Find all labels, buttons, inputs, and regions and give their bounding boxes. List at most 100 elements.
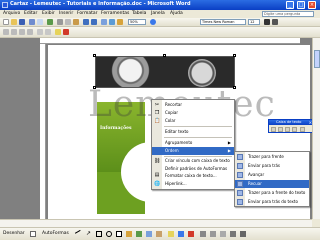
3d-style-icon[interactable]: [240, 231, 246, 237]
select-objects-icon[interactable]: [30, 231, 36, 237]
justify-icon[interactable]: [27, 29, 33, 35]
help-icon[interactable]: [150, 19, 156, 25]
font-color-draw-icon[interactable]: [188, 231, 194, 237]
table-icon[interactable]: [101, 19, 107, 25]
columns-icon[interactable]: [109, 19, 115, 25]
font-name-select[interactable]: Times New Roman: [200, 19, 246, 25]
bold-icon[interactable]: [264, 19, 270, 25]
arrow-tool-icon[interactable]: ↗: [86, 231, 92, 237]
menu-item-label: Colar: [165, 118, 176, 123]
resize-handle-n[interactable]: [163, 54, 166, 57]
align-center-icon[interactable]: [11, 29, 17, 35]
submenu-item-avancar[interactable]: Avançar: [235, 171, 309, 179]
menu-item-editar-texto[interactable]: Editar texto: [152, 128, 234, 136]
align-left-icon[interactable]: [3, 29, 9, 35]
clipart-icon[interactable]: [146, 231, 152, 237]
undo-icon[interactable]: [83, 19, 89, 25]
font-size-select[interactable]: 12: [248, 19, 260, 25]
menu-ferramentas[interactable]: Ferramentas: [101, 11, 129, 16]
copy-icon[interactable]: [65, 19, 71, 25]
bullets-icon[interactable]: [37, 29, 43, 35]
save-icon[interactable]: [19, 19, 25, 25]
menu-item-ordem[interactable]: Ordem ▶: [152, 147, 234, 155]
diagram-icon[interactable]: [136, 231, 142, 237]
spelling-icon[interactable]: [47, 19, 53, 25]
menu-janela[interactable]: Janela: [151, 11, 165, 16]
maximize-button[interactable]: □: [297, 1, 305, 9]
break-link-icon[interactable]: [278, 127, 283, 132]
print-icon[interactable]: [29, 19, 35, 25]
menu-item-copiar[interactable]: ❐ Copiar: [152, 109, 234, 117]
menu-item-colar[interactable]: 📋 Colar: [152, 117, 234, 125]
picture-icon[interactable]: [156, 231, 162, 237]
fill-color-icon[interactable]: [168, 231, 174, 237]
submenu-item-enviar-tras[interactable]: Enviar para trás: [235, 162, 309, 170]
next-textbox-icon[interactable]: [292, 127, 297, 132]
shadow-style-icon[interactable]: [230, 231, 236, 237]
print-preview-icon[interactable]: [37, 19, 43, 25]
zoom-select[interactable]: 50%: [128, 19, 146, 25]
submenu-item-enviar-tras-texto[interactable]: Enviar para trás do texto: [235, 198, 309, 206]
scroll-thumb[interactable]: [314, 50, 320, 68]
menu-tabela[interactable]: Tabela: [132, 11, 146, 16]
submenu-item-trazer-frente[interactable]: Trazer para frente: [235, 153, 309, 161]
menu-item-label: Copiar: [165, 110, 178, 115]
submenu-item-label: Avançar: [248, 172, 265, 177]
align-right-icon[interactable]: [19, 29, 25, 35]
font-color-icon[interactable]: [63, 29, 69, 35]
close-button[interactable]: ×: [308, 1, 316, 9]
menu-exibir[interactable]: Exibir: [42, 11, 55, 16]
textbox-toolbar-title[interactable]: Caixa de texto: [269, 120, 313, 125]
menu-item-agrupamento[interactable]: Agrupamento ▶: [152, 139, 234, 147]
drawing-icon[interactable]: [117, 19, 123, 25]
menu-item-hiperlink[interactable]: 🌐 Hiperlink...: [152, 180, 234, 188]
numbering-icon[interactable]: [45, 29, 51, 35]
arrow-style-icon[interactable]: [220, 231, 226, 237]
draw-menu-button[interactable]: Desenhar: [3, 231, 25, 236]
create-link-icon[interactable]: [271, 127, 276, 132]
paste-icon: 📋: [154, 118, 161, 124]
menu-arquivo[interactable]: Arquivo: [3, 11, 20, 16]
italic-icon[interactable]: [272, 19, 278, 25]
menu-ajuda[interactable]: Ajuda: [170, 11, 183, 16]
line-tool-icon[interactable]: [74, 229, 84, 239]
horizontal-ruler[interactable]: [40, 38, 300, 44]
submenu-item-recuar[interactable]: Recuar: [235, 180, 309, 188]
rectangle-tool-icon[interactable]: [96, 231, 102, 237]
dash-style-icon[interactable]: [210, 231, 216, 237]
wordart-icon[interactable]: [126, 231, 132, 237]
copy-icon: ❐: [154, 110, 160, 116]
word-app-icon[interactable]: [2, 2, 8, 8]
cut-icon[interactable]: [57, 19, 63, 25]
open-folder-icon[interactable]: [11, 19, 17, 25]
vertical-scrollbar[interactable]: [312, 38, 320, 219]
line-style-icon[interactable]: [200, 231, 206, 237]
resize-handle-ne[interactable]: [233, 54, 236, 57]
menu-item-definir-padroes[interactable]: Definir padrões de AutoFormas: [152, 165, 234, 172]
vertical-ruler[interactable]: [40, 44, 46, 219]
menu-item-formatar-caixa[interactable]: ▤ Formatar caixa de texto...: [152, 172, 234, 179]
textbox-toolbar: Caixa de texto ×: [268, 119, 314, 133]
help-question-input[interactable]: Digite uma pergunta: [262, 11, 314, 17]
resize-handle-nw[interactable]: [93, 54, 96, 57]
autoshapes-menu-button[interactable]: AutoFormas: [42, 231, 69, 236]
horizontal-scrollbar[interactable]: [0, 219, 312, 227]
minimize-button[interactable]: _: [286, 1, 294, 9]
submenu-arrow-icon: ▶: [227, 148, 231, 153]
menu-formatar[interactable]: Formatar: [77, 11, 97, 16]
highlight-icon[interactable]: [55, 29, 61, 35]
redo-icon[interactable]: [91, 19, 97, 25]
previous-textbox-icon[interactable]: [285, 127, 290, 132]
paste-icon[interactable]: [73, 19, 79, 25]
menu-item-criar-vinculo[interactable]: ⛓ Criar vínculo com caixa de texto: [152, 157, 234, 165]
textbox-tool-icon[interactable]: [116, 231, 122, 237]
menu-item-recortar[interactable]: ✂ Recortar: [152, 101, 234, 109]
menu-inserir[interactable]: Inserir: [59, 11, 73, 16]
text-direction-icon[interactable]: [300, 127, 305, 132]
submenu-item-trazer-frente-texto[interactable]: Trazer para a frente do texto: [235, 189, 309, 197]
new-document-icon[interactable]: [3, 19, 9, 25]
menu-editar[interactable]: Editar: [24, 11, 37, 16]
line-color-icon[interactable]: [178, 231, 184, 237]
menu-item-label: Recortar: [165, 102, 183, 107]
oval-tool-icon[interactable]: [106, 231, 112, 237]
